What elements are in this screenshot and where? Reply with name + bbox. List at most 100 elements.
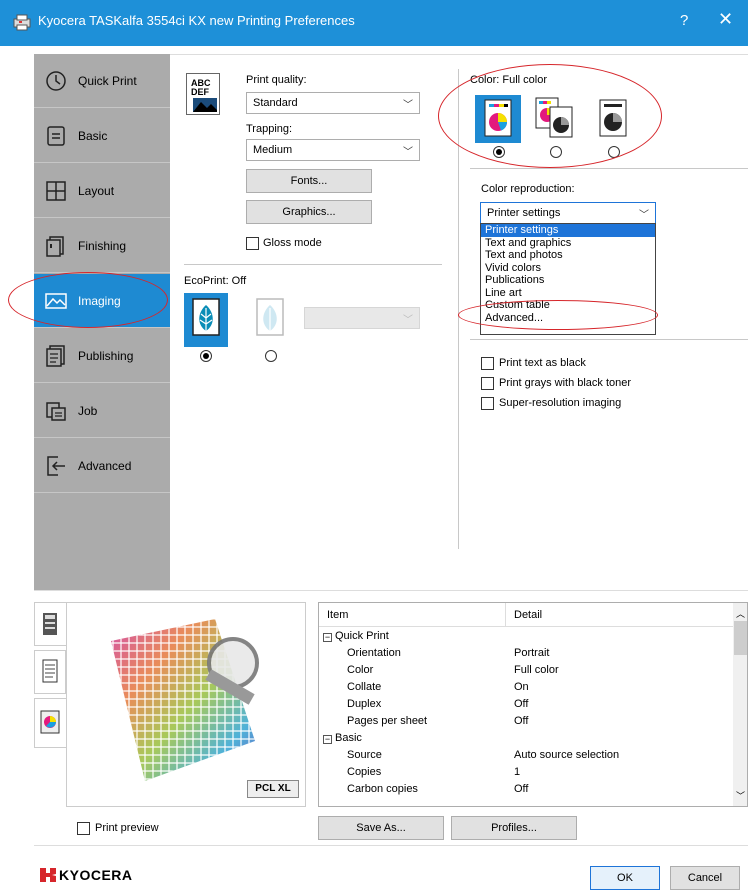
row-item: Pages per sheet: [347, 715, 428, 727]
row-item: Carbon copies: [347, 783, 418, 795]
scroll-down-icon[interactable]: ﹀: [736, 789, 745, 802]
tab-finishing[interactable]: Finishing: [34, 219, 170, 273]
table-row: Carbon copies Off: [319, 782, 733, 799]
annotation-circle: [458, 300, 658, 330]
dropdown-option[interactable]: Text and graphics: [481, 237, 655, 250]
print-quality-icon: ABC DEF: [186, 73, 220, 115]
divider: [184, 264, 442, 265]
document-icon: [47, 125, 65, 146]
tab-basic[interactable]: Basic: [34, 109, 170, 163]
trapping-label: Trapping:: [246, 123, 293, 135]
column-divider: [505, 603, 506, 627]
tab-label: Advanced: [78, 458, 132, 473]
row-detail: Full color: [514, 664, 559, 676]
graphics-button[interactable]: Graphics...: [246, 200, 372, 224]
print-quality-select[interactable]: Standard ﹀: [246, 92, 420, 114]
scrollbar-thumb[interactable]: [734, 621, 747, 655]
table-row: Orientation Portrait: [319, 646, 733, 663]
picture-icon: [193, 98, 217, 112]
tab-advanced[interactable]: Advanced: [34, 439, 170, 493]
tab-layout[interactable]: Layout: [34, 164, 170, 218]
table-row: Copies 1: [319, 765, 733, 782]
divider: [470, 168, 748, 169]
tree-group[interactable]: − Quick Print: [319, 629, 733, 646]
profiles-button[interactable]: Profiles...: [451, 816, 577, 840]
divider: [470, 339, 748, 340]
collapse-icon[interactable]: −: [323, 633, 332, 642]
row-item: Orientation: [347, 647, 401, 659]
dropdown-option[interactable]: Text and photos: [481, 249, 655, 262]
row-detail: Auto source selection: [514, 749, 620, 761]
trapping-select[interactable]: Medium ﹀: [246, 139, 420, 161]
row-detail: Off: [514, 698, 529, 710]
super-resolution-label: Super-resolution imaging: [499, 397, 622, 409]
divider: [34, 845, 748, 846]
preview-tab-page[interactable]: [34, 650, 66, 694]
print-preview-checkbox[interactable]: [77, 822, 90, 835]
collapse-icon[interactable]: −: [323, 735, 332, 744]
color-chart-photo: [111, 619, 259, 781]
table-row: Source Auto source selection: [319, 748, 733, 765]
printer-icon: [43, 613, 57, 635]
ecoprint-on-option[interactable]: [184, 293, 228, 347]
fonts-button[interactable]: Fonts...: [246, 169, 372, 193]
ecoprint-label: EcoPrint: Off: [184, 275, 247, 287]
leaf-faded-icon: [256, 298, 284, 336]
col-detail-header[interactable]: Detail: [514, 609, 542, 621]
tab-label: Quick Print: [78, 73, 137, 88]
dropdown-option[interactable]: Printer settings: [481, 224, 655, 237]
printer-icon: [13, 14, 31, 31]
preview-tab-printer[interactable]: [34, 602, 66, 646]
print-grays-black-label: Print grays with black toner: [499, 377, 632, 389]
kyocera-logo: KYOCERA: [40, 867, 133, 883]
scroll-up-icon[interactable]: ︿: [736, 607, 745, 620]
row-item: Copies: [347, 766, 382, 778]
dropdown-option[interactable]: Vivid colors: [481, 262, 655, 275]
chevron-down-icon: ﹀: [403, 315, 413, 326]
ecoprint-off-radio[interactable]: [265, 350, 277, 362]
tab-publishing[interactable]: Publishing: [34, 329, 170, 383]
ecoprint-on-radio[interactable]: [200, 350, 212, 362]
row-detail: Off: [514, 715, 529, 727]
dropdown-option[interactable]: Line art: [481, 287, 655, 300]
col-item-header[interactable]: Item: [327, 609, 348, 621]
row-detail: On: [514, 681, 529, 693]
super-resolution-checkbox[interactable]: [481, 397, 494, 410]
chevron-down-icon: ﹀: [403, 100, 413, 111]
ok-button[interactable]: OK: [590, 866, 660, 890]
print-quality-label: Print quality:: [246, 74, 307, 86]
tab-job[interactable]: Job: [34, 384, 170, 438]
tab-label: Basic: [78, 128, 108, 143]
dropdown-option[interactable]: Publications: [481, 274, 655, 287]
save-as-button[interactable]: Save As...: [318, 816, 444, 840]
group-label: Quick Print: [335, 630, 389, 642]
close-button[interactable]: ✕: [718, 9, 733, 30]
preview-tab-color[interactable]: [34, 698, 66, 748]
table-row: Duplex Off: [319, 697, 733, 714]
color-reproduction-value: Printer settings: [487, 207, 561, 219]
print-quality-value: Standard: [253, 97, 298, 109]
row-item: Duplex: [347, 698, 382, 710]
row-detail: 1: [514, 766, 521, 778]
color-reproduction-select[interactable]: Printer settings ﹀: [480, 202, 656, 224]
print-grays-black-checkbox[interactable]: [481, 377, 494, 390]
cancel-button[interactable]: Cancel: [670, 866, 740, 890]
row-item: Collate: [347, 681, 382, 693]
tab-label: Layout: [78, 183, 115, 198]
table-row: Pages per sheet Off: [319, 714, 733, 731]
page-icon: [42, 659, 58, 683]
gloss-mode-checkbox[interactable]: [246, 237, 259, 250]
publishing-icon: [46, 344, 65, 367]
ecoprint-off-option[interactable]: [248, 293, 292, 347]
help-button[interactable]: ?: [680, 12, 688, 29]
gloss-mode-label: Gloss mode: [263, 237, 322, 249]
scrollbar[interactable]: ︿ ﹀: [733, 603, 747, 806]
print-text-black-checkbox[interactable]: [481, 357, 494, 370]
chevron-down-icon: ﹀: [403, 147, 413, 158]
tab-label: Publishing: [78, 348, 134, 363]
advanced-icon: [47, 455, 65, 476]
tree-group[interactable]: − Basic: [319, 731, 733, 748]
trapping-value: Medium: [253, 144, 293, 156]
tab-quick-print[interactable]: Quick Print: [34, 54, 170, 108]
table-row: Collate On: [319, 680, 733, 697]
